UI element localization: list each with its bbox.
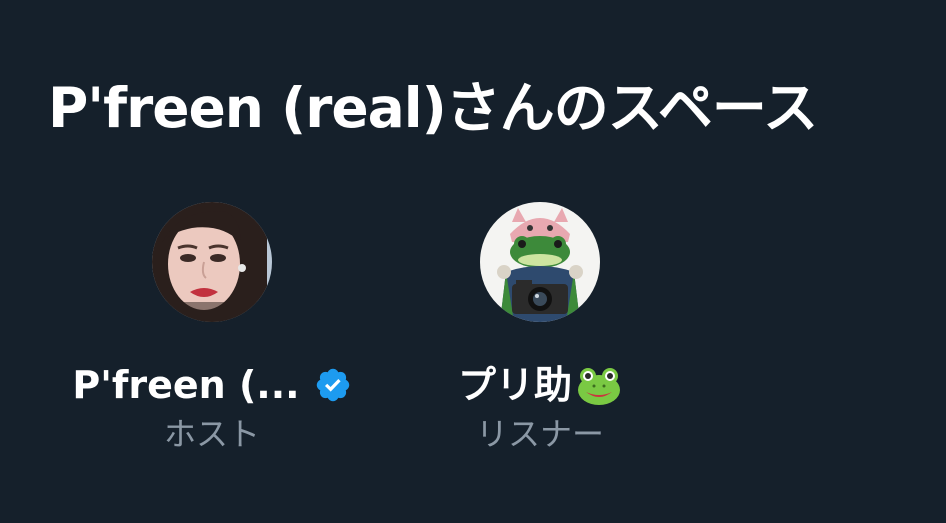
host-name-row: P'freen (... (72, 360, 351, 410)
listener-role: リスナー (475, 415, 604, 453)
listener-name: プリ助 (457, 363, 572, 407)
space-title: P'freen (real)さんのスペース (48, 76, 818, 140)
listener-avatar[interactable] (480, 202, 600, 322)
frog-face-icon (576, 362, 622, 408)
host-name: P'freen (... (72, 363, 300, 407)
listener-name-row: プリ助 (458, 360, 622, 410)
host-avatar[interactable] (152, 202, 272, 322)
participant-host[interactable]: P'freen (... ホスト (62, 202, 362, 456)
participant-listener[interactable]: プリ助 リスナー (390, 202, 690, 456)
woman-portrait-avatar-image (152, 202, 272, 322)
frog-with-camera-avatar-image (480, 202, 600, 322)
verified-badge-icon (314, 366, 352, 404)
host-role: ホスト (163, 415, 260, 453)
